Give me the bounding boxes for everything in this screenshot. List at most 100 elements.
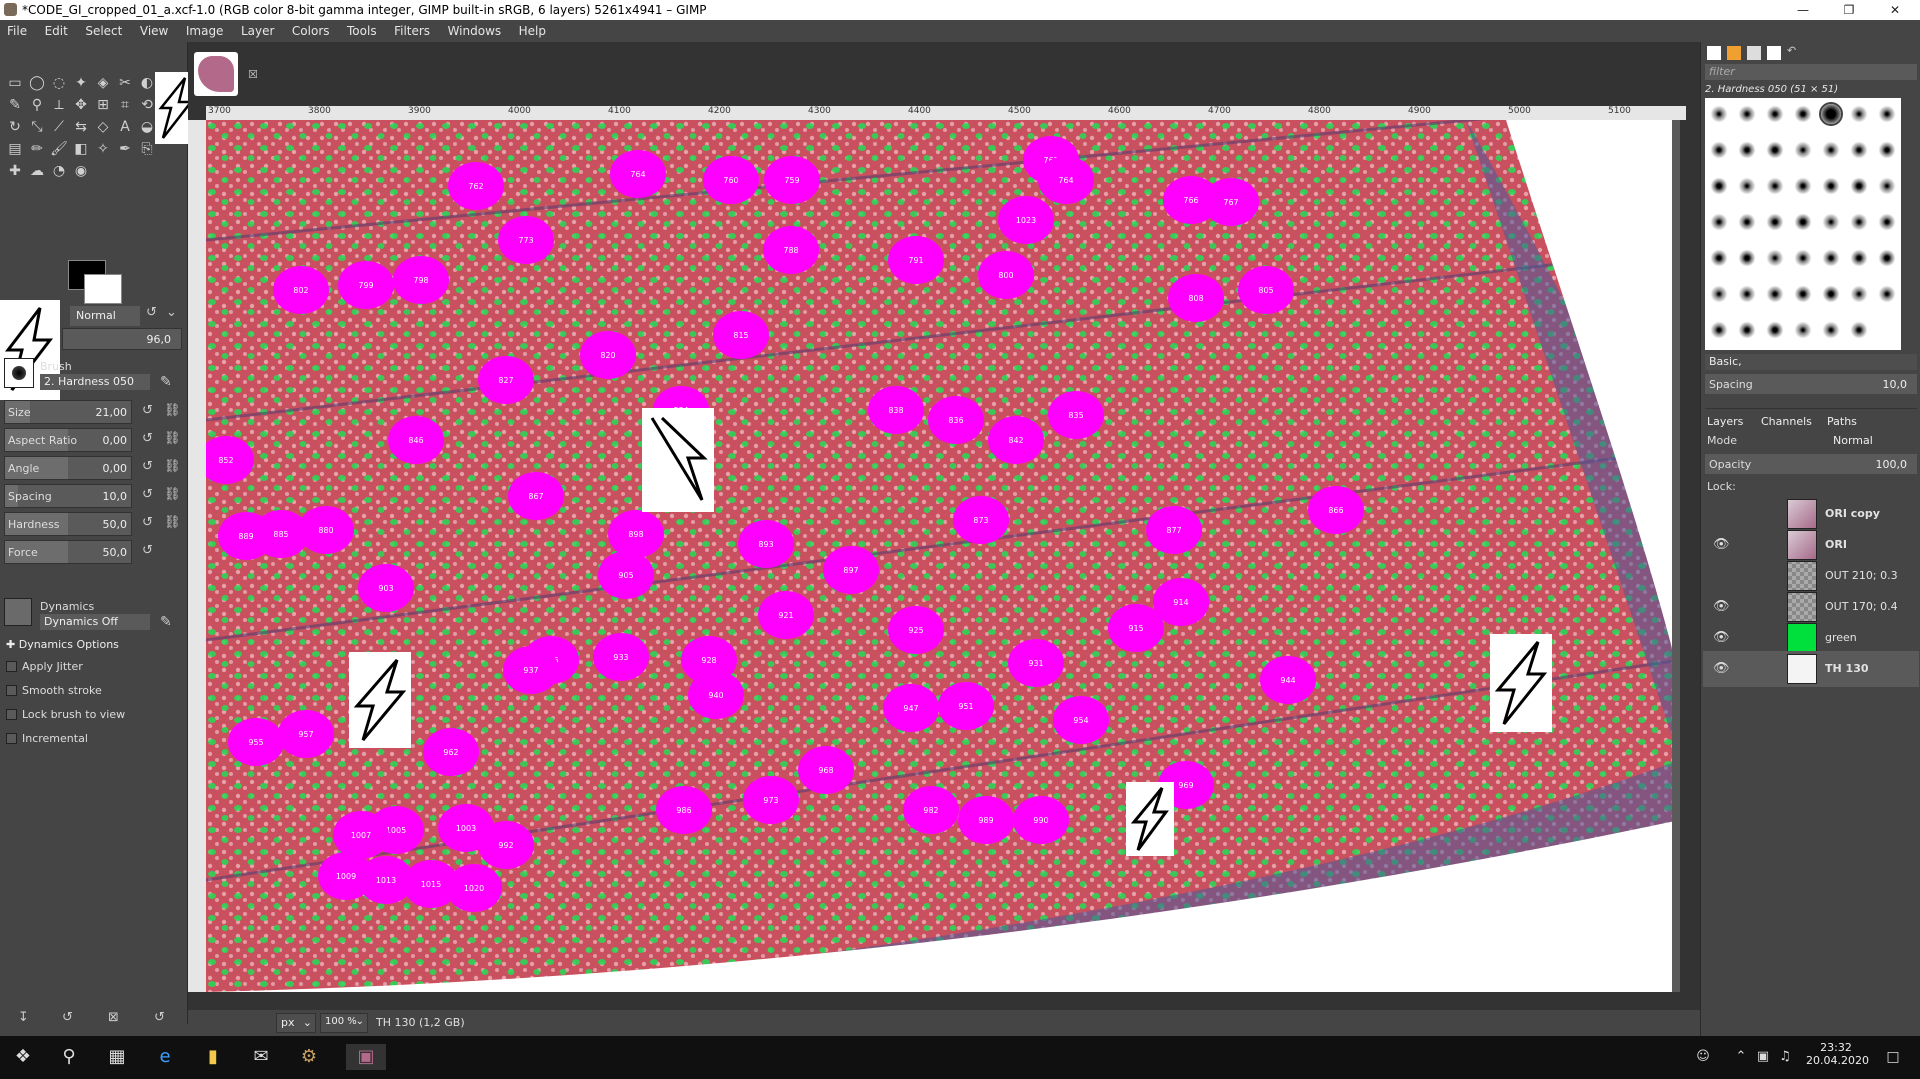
eraser-tool-icon[interactable]: ◧ bbox=[70, 138, 92, 160]
visibility-eye-icon[interactable] bbox=[1713, 568, 1733, 582]
move-tool-icon[interactable]: ✥ bbox=[70, 94, 92, 116]
edit-brush-icon[interactable]: ✎ bbox=[160, 374, 172, 390]
smudge-tool-icon[interactable]: ☁ bbox=[26, 160, 48, 182]
brush-preset-icon[interactable] bbox=[1877, 248, 1897, 268]
brush-spacing-field[interactable]: Spacing 10,0 bbox=[1705, 374, 1917, 394]
brush-preset-icon[interactable] bbox=[1819, 102, 1843, 126]
visibility-eye-icon[interactable] bbox=[1713, 506, 1733, 520]
brush-preset-icon[interactable] bbox=[1849, 212, 1869, 232]
maximize-button[interactable]: ❐ bbox=[1826, 0, 1872, 20]
brush-preset-icon[interactable] bbox=[1709, 176, 1729, 196]
free-select-tool-icon[interactable]: ◌ bbox=[48, 72, 70, 94]
restore-options-icon[interactable]: ↺ bbox=[62, 1010, 73, 1025]
clock[interactable]: 23:32 20.04.2020 bbox=[1806, 1041, 1869, 1067]
brush-preset-icon[interactable] bbox=[1821, 248, 1841, 268]
minimize-button[interactable]: — bbox=[1780, 0, 1826, 20]
brush-preset-icon[interactable] bbox=[1793, 248, 1813, 268]
incremental-checkbox[interactable] bbox=[6, 733, 17, 744]
brush-preset-icon[interactable] bbox=[1737, 212, 1757, 232]
menu-select[interactable]: Select bbox=[78, 20, 129, 42]
apply-jitter-checkbox[interactable] bbox=[6, 661, 17, 672]
brush-preset-icon[interactable] bbox=[1709, 104, 1729, 124]
measure-tool-icon[interactable]: ⟂ bbox=[48, 94, 70, 116]
brush-preset-icon[interactable] bbox=[1709, 248, 1729, 268]
shear-tool-icon[interactable]: ⟋ bbox=[48, 116, 70, 138]
layer-mode-select[interactable]: Normal bbox=[1833, 434, 1873, 447]
menu-help[interactable]: Help bbox=[512, 20, 553, 42]
brush-preset-select[interactable]: Basic, bbox=[1705, 354, 1917, 370]
menu-colors[interactable]: Colors bbox=[285, 20, 337, 42]
airbrush-tool-icon[interactable]: ✧ bbox=[92, 138, 114, 160]
paintbrush-tool-icon[interactable]: 🖌 bbox=[48, 138, 70, 160]
brush-grid[interactable] bbox=[1705, 98, 1901, 350]
menu-view[interactable]: View bbox=[133, 20, 175, 42]
brush-preset-icon[interactable] bbox=[1793, 284, 1813, 304]
brush-preset-icon[interactable] bbox=[1877, 140, 1897, 160]
edge-browser-icon[interactable]: e bbox=[152, 1044, 178, 1070]
brush-preset-icon[interactable] bbox=[1793, 104, 1813, 124]
force-slider[interactable]: Force 50,0 bbox=[4, 540, 132, 564]
chain-icon[interactable]: ⛓ bbox=[164, 403, 181, 418]
menu-edit[interactable]: Edit bbox=[38, 20, 75, 42]
brush-preset-icon[interactable] bbox=[1737, 104, 1757, 124]
brush-preset-icon[interactable] bbox=[1737, 140, 1757, 160]
people-icon[interactable]: ☺ bbox=[1690, 1044, 1716, 1070]
task-view-icon[interactable]: ▦ bbox=[104, 1044, 130, 1070]
edit-dynamics-icon[interactable]: ✎ bbox=[160, 614, 172, 630]
hardness-slider[interactable]: Hardness 50,0 bbox=[4, 512, 132, 536]
brush-preset-icon[interactable] bbox=[1821, 320, 1841, 340]
zoom-tool-icon[interactable]: ⚲ bbox=[26, 94, 48, 116]
gimp-taskbar-icon[interactable]: ▣ bbox=[346, 1044, 386, 1070]
windows-start-icon[interactable]: ❖ bbox=[10, 1044, 36, 1070]
close-tab-icon[interactable]: ☒ bbox=[248, 68, 258, 81]
menu-layer[interactable]: Layer bbox=[234, 20, 281, 42]
chain-icon[interactable]: ⛓ bbox=[164, 431, 181, 446]
volume-icon[interactable]: ♫ bbox=[1772, 1044, 1798, 1070]
visibility-eye-icon[interactable]: 👁 bbox=[1713, 537, 1733, 552]
visibility-eye-icon[interactable]: 👁 bbox=[1713, 599, 1733, 614]
menu-image[interactable]: Image bbox=[179, 20, 231, 42]
brush-preset-icon[interactable] bbox=[1765, 140, 1785, 160]
tab-layers[interactable]: Layers bbox=[1707, 415, 1743, 428]
menu-file[interactable]: File bbox=[0, 20, 34, 42]
align-tool-icon[interactable]: ⊞ bbox=[92, 94, 114, 116]
brush-preview[interactable] bbox=[4, 358, 34, 388]
lock-brush-checkbox[interactable] bbox=[6, 709, 17, 720]
smooth-stroke-checkbox[interactable] bbox=[6, 685, 17, 696]
dynamics-icon[interactable] bbox=[4, 598, 32, 626]
brush-preset-icon[interactable] bbox=[1793, 320, 1813, 340]
patterns-tab-icon[interactable] bbox=[1727, 46, 1741, 60]
opacity-field[interactable]: 96,0 bbox=[62, 328, 182, 350]
save-options-icon[interactable]: ↧ bbox=[18, 1010, 29, 1025]
brush-preset-icon[interactable] bbox=[1877, 176, 1897, 196]
brush-preset-icon[interactable] bbox=[1737, 248, 1757, 268]
brushes-tab-icon[interactable] bbox=[1707, 46, 1721, 60]
reset-icon[interactable]: ↺ bbox=[142, 543, 153, 558]
reset-icon[interactable]: ↺ bbox=[142, 487, 153, 502]
tab-paths[interactable]: Paths bbox=[1827, 415, 1857, 428]
size-slider[interactable]: Size 21,00 bbox=[4, 400, 132, 424]
brush-preset-icon[interactable] bbox=[1793, 212, 1813, 232]
brush-preset-icon[interactable] bbox=[1737, 176, 1757, 196]
chevron-down-icon[interactable]: ⌄ bbox=[166, 305, 177, 320]
app-icon[interactable]: ⚙ bbox=[296, 1044, 322, 1070]
brush-preset-icon[interactable] bbox=[1765, 320, 1785, 340]
brush-preset-icon[interactable] bbox=[1849, 284, 1869, 304]
brush-preset-icon[interactable] bbox=[1849, 104, 1869, 124]
tab-channels[interactable]: Channels bbox=[1761, 415, 1812, 428]
brush-preset-icon[interactable] bbox=[1765, 248, 1785, 268]
brush-preset-icon[interactable] bbox=[1821, 176, 1841, 196]
reset-icon[interactable]: ↺ bbox=[142, 431, 153, 446]
fuzzy-select-tool-icon[interactable]: ✦ bbox=[70, 72, 92, 94]
reset-icon[interactable]: ↺ bbox=[142, 459, 153, 474]
undo-tab-icon[interactable]: ↶ bbox=[1787, 44, 1796, 57]
scale-tool-icon[interactable]: ⤡ bbox=[26, 116, 48, 138]
brush-preset-icon[interactable] bbox=[1877, 104, 1897, 124]
zoom-select[interactable]: 100 % ⌄ bbox=[320, 1013, 368, 1033]
perspective-tool-icon[interactable]: ◇ bbox=[92, 116, 114, 138]
brush-preset-icon[interactable] bbox=[1821, 284, 1841, 304]
layer-opacity-field[interactable]: Opacity 100,0 bbox=[1705, 454, 1917, 474]
chain-icon[interactable]: ⛓ bbox=[164, 487, 181, 502]
menu-tools[interactable]: Tools bbox=[340, 20, 384, 42]
spacing-slider[interactable]: Spacing 10,0 bbox=[4, 484, 132, 508]
